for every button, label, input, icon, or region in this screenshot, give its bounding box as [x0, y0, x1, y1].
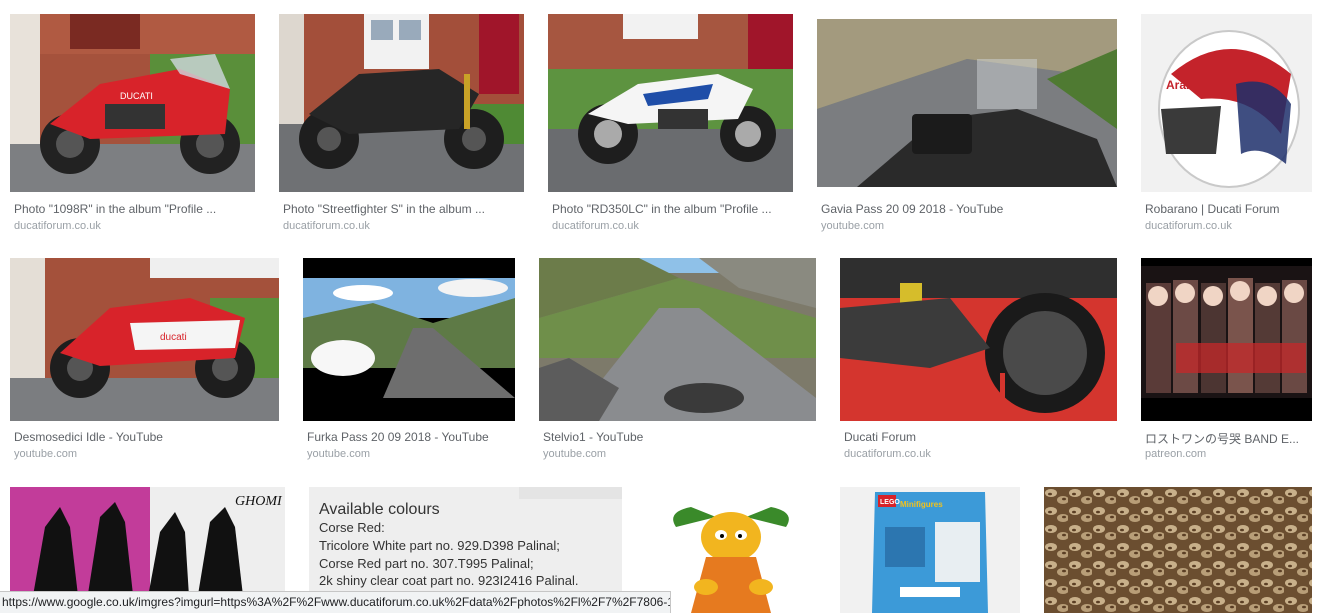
thumbnail-image[interactable]: Arai — [1141, 14, 1312, 192]
result-1098r[interactable]: DUCATI Photo "1098R" in the album "Profi… — [10, 14, 255, 234]
document-heading: Available colours — [319, 501, 440, 518]
result-cartoon-dog[interactable] — [646, 487, 816, 613]
thumbnail-image[interactable] — [539, 258, 816, 421]
result-lego-ninjago-pack[interactable]: LEGO Minifigures — [840, 487, 1020, 613]
result-source: ducatiforum.co.uk — [844, 448, 931, 460]
thumbnail-image[interactable]: DUCATI — [10, 14, 255, 192]
svg-text:Arai: Arai — [1166, 78, 1189, 92]
thumbnail-image[interactable] — [303, 258, 515, 421]
thumbnail-image[interactable] — [840, 258, 1117, 421]
result-source: ducatiforum.co.uk — [283, 220, 370, 232]
result-title[interactable]: ロストワンの号哭 BAND E... — [1145, 430, 1310, 447]
result-source: patreon.com — [1145, 448, 1207, 460]
document-line: Tricolore White part no. 929.D398 Palina… — [319, 538, 560, 553]
result-source: youtube.com — [821, 220, 884, 232]
result-title[interactable]: Ducati Forum — [844, 430, 1114, 444]
document-line: Corse Red part no. 307.T995 Palinal; — [319, 556, 534, 571]
thumbnail-image[interactable] — [1044, 487, 1312, 613]
thumbnail-image[interactable] — [646, 487, 816, 613]
result-title[interactable]: Photo "1098R" in the album "Profile ... — [14, 202, 252, 216]
thumbnail-image[interactable]: ducati — [10, 258, 279, 421]
result-lost-one-band[interactable]: ロストワンの号哭 BAND E... patreon.com — [1141, 258, 1312, 468]
result-robarano-helmet[interactable]: Arai Robarano | Ducati Forum ducatiforum… — [1141, 14, 1312, 234]
result-source: ducatiforum.co.uk — [1145, 220, 1232, 232]
result-title[interactable]: Photo "RD350LC" in the album "Profile ..… — [552, 202, 790, 216]
thumbnail-image[interactable] — [1141, 258, 1312, 421]
result-source: youtube.com — [14, 448, 77, 460]
result-gavia-pass[interactable]: Gavia Pass 20 09 2018 - YouTube youtube.… — [817, 19, 1117, 234]
thumbnail-image[interactable] — [279, 14, 524, 192]
thumbnail-image[interactable]: LEGO Minifigures — [840, 487, 1020, 613]
svg-text:Minifigures: Minifigures — [900, 500, 943, 509]
thumbnail-image[interactable] — [548, 14, 793, 192]
result-title[interactable]: Gavia Pass 20 09 2018 - YouTube — [821, 202, 1113, 216]
result-streetfighter-s[interactable]: Photo "Streetfighter S" in the album ...… — [279, 14, 524, 234]
result-desmosedici-idle[interactable]: ducati Desmosedici Idle - YouTube youtub… — [10, 258, 279, 468]
result-source: ducatiforum.co.uk — [14, 220, 101, 232]
result-title[interactable]: Robarano | Ducati Forum — [1145, 202, 1310, 216]
svg-text:DUCATI: DUCATI — [120, 91, 153, 101]
result-source: youtube.com — [543, 448, 606, 460]
result-title[interactable]: Furka Pass 20 09 2018 - YouTube — [307, 430, 513, 444]
result-furka-pass[interactable]: Furka Pass 20 09 2018 - YouTube youtube.… — [303, 258, 515, 468]
thumbnail-image[interactable] — [817, 19, 1117, 187]
result-source: ducatiforum.co.uk — [552, 220, 639, 232]
svg-text:ducati: ducati — [160, 332, 187, 343]
result-source: youtube.com — [307, 448, 370, 460]
result-ducati-forum[interactable]: Ducati Forum ducatiforum.co.uk — [840, 258, 1117, 468]
result-title[interactable]: Desmosedici Idle - YouTube — [14, 430, 276, 444]
status-bar-url: https://www.google.co.uk/imgres?imgurl=h… — [0, 591, 671, 613]
result-beans-closeup[interactable] — [1044, 487, 1312, 613]
document-line: Corse Red: — [319, 520, 385, 535]
result-stelvio1[interactable]: Stelvio1 - YouTube youtube.com — [539, 258, 816, 468]
svg-text:GHOMI: GHOMI — [235, 494, 283, 509]
svg-text:LEGO: LEGO — [880, 499, 900, 506]
document-line: 2k shiny clear coat part no. 923I2416 Pa… — [319, 573, 578, 588]
result-rd350lc[interactable]: Photo "RD350LC" in the album "Profile ..… — [548, 14, 793, 234]
result-title[interactable]: Photo "Streetfighter S" in the album ... — [283, 202, 521, 216]
result-title[interactable]: Stelvio1 - YouTube — [543, 430, 813, 444]
